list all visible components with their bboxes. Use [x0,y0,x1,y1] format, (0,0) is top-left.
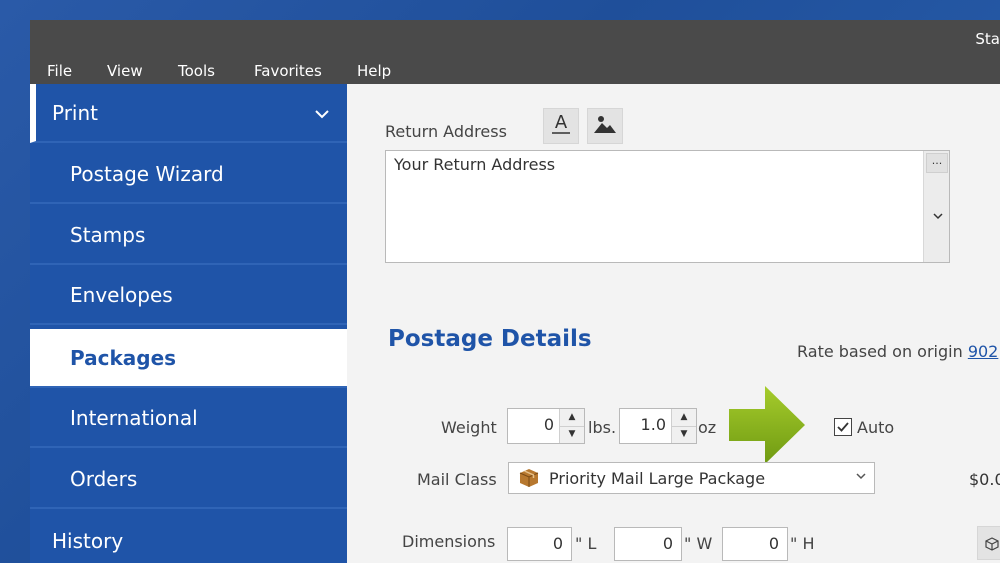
arrow-pointer-icon [727,384,807,470]
oz-stepper[interactable]: 1.0 ▲ ▼ [619,408,697,444]
sidebar-item-label: Postage Wizard [70,162,224,186]
menu-tools[interactable]: Tools [178,62,215,80]
return-address-field[interactable]: Your Return Address ... [385,150,950,263]
dimensions-label: Dimensions [402,532,496,551]
sidebar-item-label: Print [52,101,99,125]
sidebar-item-history[interactable]: History [30,512,347,563]
height-field[interactable]: 0 [722,527,788,561]
chevron-up-icon[interactable]: ▲ [672,409,696,427]
width-field[interactable]: 0 [614,527,682,561]
menu-file[interactable]: File [47,62,72,80]
height-value: 0 [768,534,779,553]
auto-label: Auto [857,418,895,437]
height-unit: " H [790,534,815,553]
oz-unit: oz [698,418,717,437]
sidebar-item-label: History [52,529,124,553]
sidebar-item-label: Stamps [70,223,146,247]
svg-text:A: A [555,112,568,133]
rate-origin: Rate based on origin 902 [797,342,998,361]
image-button[interactable] [587,108,623,144]
length-unit: " L [575,534,597,553]
mail-class-select[interactable]: Priority Mail Large Package [508,462,875,494]
sidebar-item-postage-wizard[interactable]: Postage Wizard [30,145,347,204]
sidebar: Print Postage Wizard Stamps Envelopes Pa… [30,84,347,563]
width-unit: " W [684,534,713,553]
return-address-side: ... [923,151,949,262]
weight-label: Weight [441,418,497,437]
sidebar-item-international[interactable]: International [30,389,347,448]
sidebar-item-stamps[interactable]: Stamps [30,206,347,265]
stepper-arrows: ▲ ▼ [671,409,696,443]
stepper-arrows: ▲ ▼ [559,409,584,443]
text-format-icon: A [550,112,572,140]
image-icon [593,114,617,138]
lbs-unit: lbs. [588,418,617,437]
sidebar-item-label: Envelopes [70,283,173,307]
lbs-value: 0 [543,415,554,434]
title-bar: Sta File View Tools Favorites Help [30,20,1000,84]
sidebar-item-envelopes[interactable]: Envelopes [30,266,347,325]
return-address-value: Your Return Address [394,155,556,174]
postage-price: $0.0 [969,470,1000,489]
chevron-down-icon[interactable]: ▼ [672,426,696,443]
menu-view[interactable]: View [107,62,143,80]
menu-favorites[interactable]: Favorites [254,62,322,80]
lbs-stepper[interactable]: 0 ▲ ▼ [507,408,585,444]
section-title: Postage Details [388,326,592,352]
main-content: Return Address A Your Return Address ...… [347,84,1000,563]
origin-link[interactable]: 902 [968,342,999,361]
more-button[interactable]: ... [926,153,948,173]
menu-help[interactable]: Help [357,62,391,80]
rate-prefix: Rate based on origin [797,342,968,361]
text-format-button[interactable]: A [543,108,579,144]
package-dimensions-button[interactable] [977,526,1000,560]
package-icon [519,468,539,488]
oz-value: 1.0 [640,415,666,434]
chevron-down-icon [315,84,329,143]
mail-class-value: Priority Mail Large Package [549,469,766,488]
chevron-up-icon[interactable]: ▲ [560,409,584,427]
sidebar-item-orders[interactable]: Orders [30,450,347,509]
sidebar-item-label: International [70,406,198,430]
sidebar-item-label: Orders [70,467,138,491]
sidebar-item-label: Packages [70,346,177,370]
length-field[interactable]: 0 [507,527,572,561]
length-value: 0 [552,534,563,553]
chevron-down-icon[interactable]: ▼ [560,426,584,443]
sidebar-item-packages[interactable]: Packages [30,329,347,388]
return-address-label: Return Address [385,122,507,141]
auto-checkbox[interactable] [834,418,852,436]
mail-class-label: Mail Class [417,470,497,489]
app-title: Sta [975,30,1000,48]
chevron-down-icon[interactable] [933,209,943,223]
sidebar-item-print[interactable]: Print [30,84,347,143]
width-value: 0 [662,534,673,553]
cube-icon [985,536,999,555]
app-window: Sta File View Tools Favorites Help Print… [30,20,1000,563]
chevron-down-icon [856,469,866,483]
